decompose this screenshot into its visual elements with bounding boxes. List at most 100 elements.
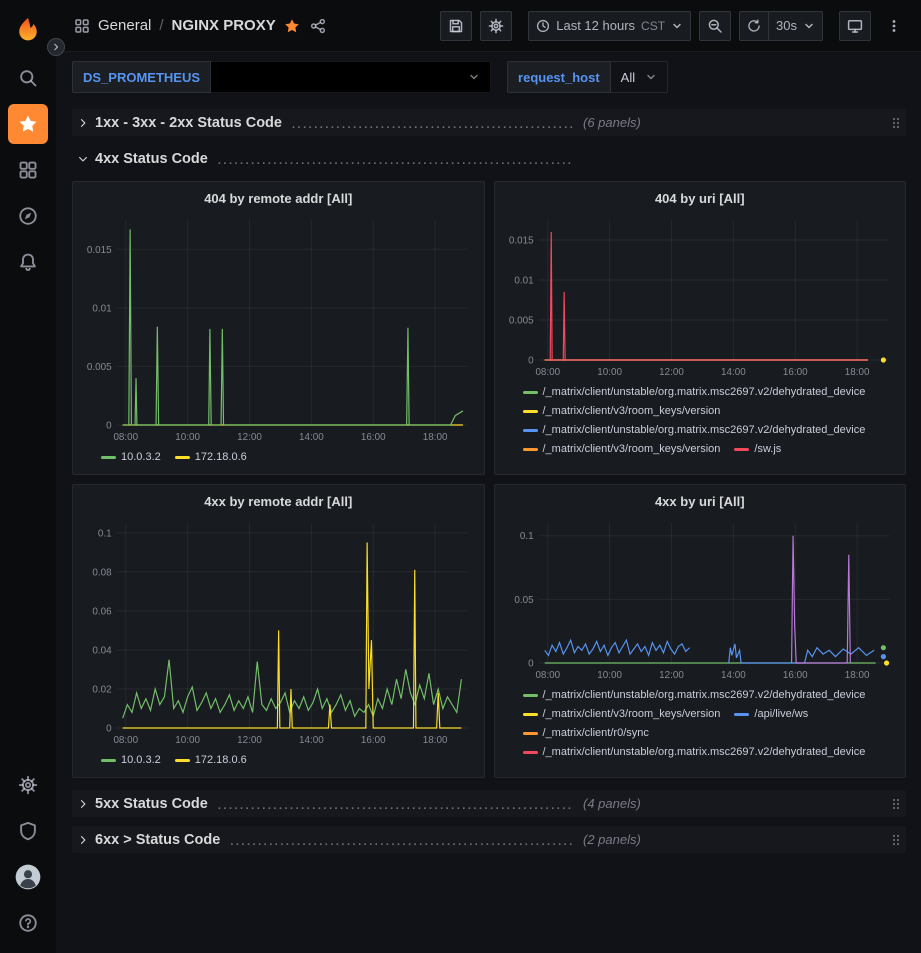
refresh-interval-picker[interactable]: 30s: [768, 11, 823, 41]
svg-text:18:00: 18:00: [844, 367, 869, 378]
legend-item[interactable]: /_matrix/client/r0/sync: [523, 726, 649, 741]
legend-label: /_matrix/client/v3/room_keys/version: [543, 707, 721, 722]
grafana-app: General / NGINX PROXY: [0, 0, 921, 953]
timeseries-chart[interactable]: 08:0010:0012:0014:0016:0018:0000.0050.01…: [81, 212, 476, 447]
row-title: 5xx Status Code: [95, 796, 208, 812]
breadcrumb-separator: /: [159, 17, 163, 34]
monitor-icon: [847, 18, 863, 34]
chevron-down-icon: [671, 20, 683, 32]
legend-item[interactable]: /_matrix/client/v3/room_keys/version: [523, 404, 721, 419]
grafana-logo[interactable]: [8, 8, 48, 52]
svg-text:0.005: 0.005: [87, 362, 112, 373]
sidebar-item-configuration[interactable]: [8, 765, 48, 805]
favorite-star-icon[interactable]: [284, 18, 300, 34]
refresh-group: 30s: [739, 11, 823, 41]
svg-text:0.015: 0.015: [87, 245, 112, 256]
legend-item[interactable]: /_matrix/client/unstable/org.matrix.msc2…: [523, 688, 866, 703]
legend-label: /sw.js: [754, 442, 781, 457]
row-header-6xx[interactable]: 6xx > Status Code ......................…: [72, 826, 906, 853]
legend-item[interactable]: /_matrix/client/v3/room_keys/version: [523, 442, 721, 457]
panel-4xx-by-uri: 4xx by uri [All] 08:0010:0012:0014:0016:…: [494, 484, 907, 778]
row-header-4xx[interactable]: 4xx Status Code ........................…: [72, 145, 906, 172]
variable-host-value-dropdown[interactable]: All: [611, 61, 668, 93]
sidebar-item-starred[interactable]: [8, 104, 48, 144]
time-range-picker[interactable]: Last 12 hours CST: [528, 11, 691, 41]
refresh-interval-label: 30s: [776, 18, 797, 33]
timeseries-chart[interactable]: 08:0010:0012:0014:0016:0018:0000.050.1: [503, 515, 898, 685]
legend-item[interactable]: 10.0.3.2: [101, 753, 161, 768]
sidebar-expand-button[interactable]: [47, 38, 65, 56]
refresh-button[interactable]: [739, 11, 769, 41]
breadcrumb: General / NGINX PROXY: [74, 17, 326, 34]
panel-title[interactable]: 404 by remote addr [All]: [81, 186, 476, 212]
row-drag-handle[interactable]: [891, 797, 901, 811]
sidebar-item-explore[interactable]: [8, 196, 48, 236]
user-avatar[interactable]: [8, 857, 48, 897]
chevron-down-icon: [645, 71, 657, 83]
dashboard-scroll-area[interactable]: 1xx - 3xx - 2xx Status Code ............…: [56, 100, 921, 953]
panel-legend: 10.0.3.2 172.18.0.6: [81, 750, 476, 771]
gear-icon: [488, 18, 504, 34]
share-icon[interactable]: [310, 18, 326, 34]
zoom-out-icon: [707, 18, 723, 34]
row-header-1xx[interactable]: 1xx - 3xx - 2xx Status Code ............…: [72, 109, 906, 136]
variable-ds-label[interactable]: DS_PROMETHEUS: [72, 61, 211, 93]
svg-text:0.1: 0.1: [519, 531, 533, 542]
leader-dots: ........................................…: [230, 831, 573, 848]
legend-item[interactable]: /_matrix/client/unstable/org.matrix.msc2…: [523, 385, 866, 400]
row-drag-handle[interactable]: [891, 116, 901, 130]
legend-label: 10.0.3.2: [121, 450, 161, 465]
sidebar-item-alerting[interactable]: [8, 242, 48, 282]
legend-swatch: [523, 751, 538, 754]
save-dashboard-button[interactable]: [440, 11, 472, 41]
legend-item[interactable]: /_matrix/client/v3/room_keys/version: [523, 707, 721, 722]
save-icon: [448, 18, 464, 34]
legend-swatch: [101, 759, 116, 762]
legend-item[interactable]: /_matrix/client/unstable/org.matrix.msc2…: [523, 423, 866, 438]
panel-4xx-by-remote-addr: 4xx by remote addr [All] 08:0010:0012:00…: [72, 484, 485, 778]
search-icon: [18, 68, 38, 88]
legend-item[interactable]: /sw.js: [734, 442, 781, 457]
sidebar-item-server-admin[interactable]: [8, 811, 48, 851]
grafana-flame-icon: [14, 16, 42, 44]
leader-dots: ........................................…: [292, 114, 573, 131]
sidebar-item-help[interactable]: [8, 903, 48, 943]
dashboard-title[interactable]: NGINX PROXY: [172, 17, 276, 34]
row-header-5xx[interactable]: 5xx Status Code ........................…: [72, 790, 906, 817]
legend-label: /_matrix/client/unstable/org.matrix.msc2…: [543, 745, 866, 760]
legend-item[interactable]: 10.0.3.2: [101, 450, 161, 465]
more-options-button[interactable]: [879, 11, 909, 41]
panel-title[interactable]: 4xx by uri [All]: [503, 489, 898, 515]
sidebar-item-search[interactable]: [8, 58, 48, 98]
variable-ds-value-dropdown[interactable]: [211, 61, 491, 93]
zoom-out-button[interactable]: [699, 11, 731, 41]
gear-icon: [18, 775, 38, 795]
cycle-view-mode-button[interactable]: [839, 11, 871, 41]
timeseries-chart[interactable]: 08:0010:0012:0014:0016:0018:0000.020.040…: [81, 515, 476, 750]
panel-title[interactable]: 404 by uri [All]: [503, 186, 898, 212]
legend-item[interactable]: 172.18.0.6: [175, 753, 247, 768]
svg-text:12:00: 12:00: [237, 735, 262, 746]
time-zone-label: CST: [641, 19, 665, 33]
breadcrumb-section[interactable]: General: [98, 17, 151, 34]
svg-text:08:00: 08:00: [535, 670, 560, 681]
svg-text:10:00: 10:00: [175, 735, 200, 746]
sidebar-item-dashboards[interactable]: [8, 150, 48, 190]
row-drag-handle[interactable]: [891, 833, 901, 847]
variable-request-host: request_host All: [507, 61, 668, 93]
svg-text:0: 0: [528, 355, 534, 366]
row-title-area: 6xx > Status Code ......................…: [95, 831, 573, 848]
legend-item[interactable]: /_matrix/client/unstable/org.matrix.msc2…: [523, 745, 866, 760]
dashboard-settings-button[interactable]: [480, 11, 512, 41]
panel-legend: /_matrix/client/unstable/org.matrix.msc2…: [503, 382, 898, 468]
timeseries-chart[interactable]: 08:0010:0012:0014:0016:0018:0000.0050.01…: [503, 212, 898, 382]
leader-dots: ........................................…: [218, 150, 573, 167]
row-title-area: 4xx Status Code ........................…: [95, 150, 573, 167]
panel-title[interactable]: 4xx by remote addr [All]: [81, 489, 476, 515]
legend-item[interactable]: 172.18.0.6: [175, 450, 247, 465]
legend-item[interactable]: /api/live/ws: [734, 707, 808, 722]
svg-text:08:00: 08:00: [113, 432, 138, 443]
legend-label: /_matrix/client/unstable/org.matrix.msc2…: [543, 423, 866, 438]
legend-label: /_matrix/client/unstable/org.matrix.msc2…: [543, 688, 866, 703]
variable-host-label[interactable]: request_host: [507, 61, 611, 93]
